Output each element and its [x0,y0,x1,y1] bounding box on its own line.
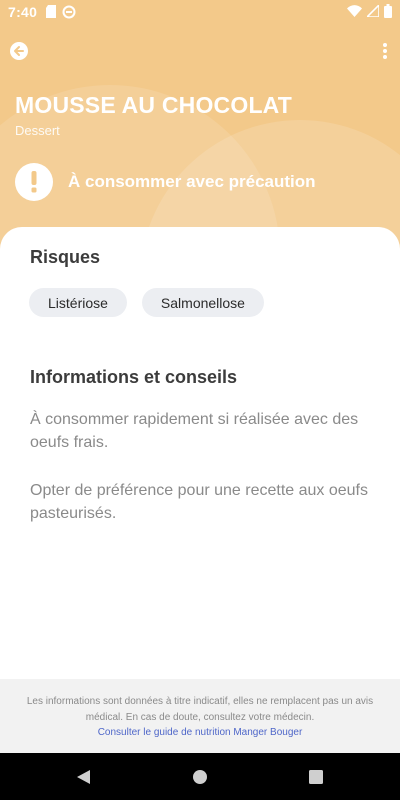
category-label: Dessert [15,123,60,138]
warning-text: À consommer avec précaution [68,172,316,191]
sd-card-icon [46,5,56,18]
status-time: 7:40 [8,4,38,20]
system-icons [347,4,392,18]
arrow-left-circle-icon [10,42,28,60]
exclamation-icon [31,171,37,193]
notification-icons [46,5,76,19]
nav-back-button[interactable] [74,767,94,787]
nav-recents-button[interactable] [306,767,326,787]
info-paragraph: À consommer rapidement si réalisée avec … [30,411,359,451]
square-recents-icon [309,770,323,784]
wifi-icon [347,5,362,17]
warning-banner: À consommer avec précaution [15,163,316,201]
cell-signal-icon [367,5,379,17]
risk-chip[interactable]: Listériose [29,288,127,317]
content-card: Risques Listériose Salmonellose Informat… [0,227,400,679]
recipe-header: 7:40 MOUSSE AU CHOCOLAT Dessert À consom… [0,0,400,260]
status-bar: 7:40 [0,0,400,24]
risk-chip[interactable]: Salmonellose [141,288,264,317]
nav-home-button[interactable] [190,767,210,787]
toolbar [0,36,400,66]
disclaimer-text: Les informations sont données à titre in… [26,696,374,723]
risk-chips: Listériose Salmonellose [29,288,264,317]
back-button[interactable] [8,40,30,62]
more-options-button[interactable] [380,40,390,62]
info-heading: Informations et conseils [30,367,238,387]
nutrition-guide-link[interactable]: Consulter le guide de nutrition Manger B… [0,725,400,741]
triangle-back-icon [77,770,90,784]
more-vert-icon [383,43,387,59]
battery-icon [384,4,392,18]
system-navigation-bar [0,753,400,800]
page-title: MOUSSE AU CHOCOLAT [15,92,293,118]
warning-badge [15,163,53,201]
disclaimer-footer: Les informations sont données à titre in… [0,679,400,753]
risks-heading: Risques [30,247,101,267]
circle-home-icon [193,770,207,784]
sync-icon [62,5,76,19]
info-paragraph: Opter de préférence pour une recette aux… [30,482,368,522]
